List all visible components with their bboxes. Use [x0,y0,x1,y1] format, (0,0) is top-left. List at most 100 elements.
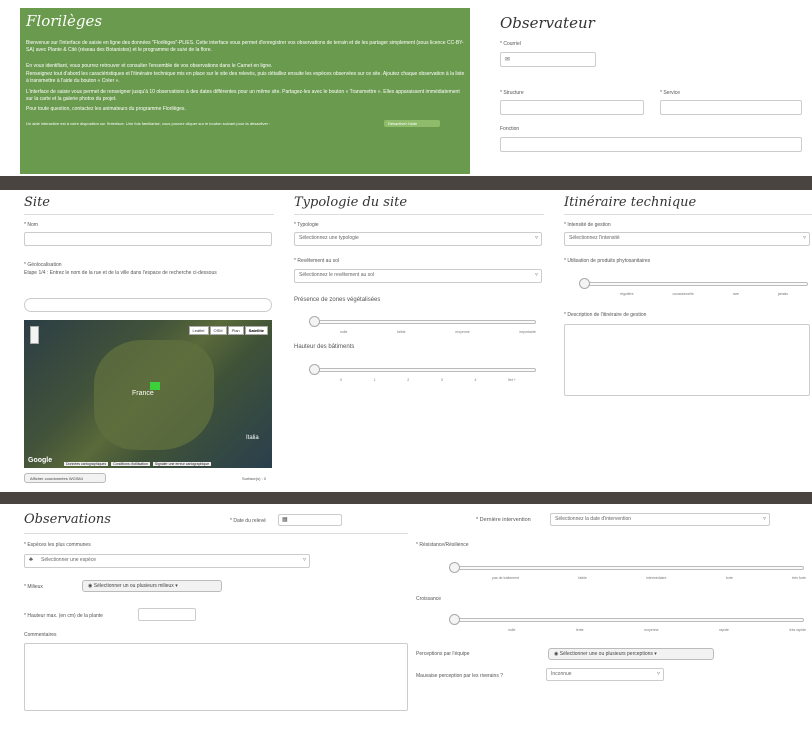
typologie-select[interactable]: Sélectionnez une typologie ▿ [294,232,542,246]
croissance-tick: rapide [719,628,729,632]
zones-tick: faible [397,330,406,334]
fonction-field[interactable] [500,137,802,152]
zones-tick: nulle [340,330,348,334]
itineraire-title: Itinéraire technique [564,195,697,210]
map-marker[interactable] [150,382,160,390]
phyto-label: * Utilisation de produits phytosanitaire… [564,258,651,264]
resistance-tick: très forte [792,576,806,580]
especes-select[interactable]: ♣ Sélectionner une espèce ▿ [24,554,310,568]
phyto-tick: régulière [620,292,634,296]
chevron-down-icon: ▿ [656,671,660,677]
map-tab-plan[interactable]: Plan [227,326,244,335]
structure-field[interactable] [500,100,644,115]
calendar-icon: ▦ [282,517,288,523]
commentaires-label: Commentaires [24,632,57,638]
milieux-label: * Milieux [24,584,43,590]
hauteur-plante-label: * Hauteur max. (en cm) de la plante [24,613,103,619]
fonction-label: Fonction [500,126,520,132]
observations-title: Observations [24,512,111,527]
address-search-input[interactable] [24,298,272,312]
surface-count: Surface(s) : 0 [242,476,267,481]
hauteur-tick: 5et + [508,378,516,382]
revetement-value: Sélectionnez le revêtement au sol [299,272,375,278]
map-tab-satellite[interactable]: Satellite [244,326,268,335]
resistance-slider-handle[interactable] [449,562,460,573]
leaf-icon: ♣ [29,557,33,563]
florileges-title: Florilèges [26,12,103,30]
date-releve-field[interactable]: ▦ [278,514,342,526]
resistance-tick: faible [578,576,587,580]
derniere-intervention-select[interactable]: Sélectionnez la date d'intervention ▿ [550,513,770,526]
revetement-label: * Revêtement au sol [294,258,340,264]
zones-slider-handle[interactable] [309,316,320,327]
phyto-slider-handle[interactable] [579,278,590,289]
courriel-field[interactable]: ✉ [500,52,596,67]
map-tab-osm[interactable]: OSM [209,326,227,335]
intensite-select[interactable]: Sélectionnez l'intensité ▿ [564,232,810,246]
croissance-tick: lente [575,628,584,632]
map-type-tabs: Leaflet OSM Plan Satellite [188,326,268,335]
caret-down-icon: ▾ [654,651,657,657]
typologie-value: Sélectionnez une typologie [299,235,359,241]
hauteur-plante-field[interactable] [138,608,196,621]
description-textarea[interactable] [564,324,810,396]
map-footer-terms[interactable]: Conditions d'utilisation [111,462,150,466]
commentaires-textarea[interactable] [24,643,408,711]
resistance-slider[interactable] [449,562,804,573]
disable-help-button[interactable]: Désactiver l'aide [384,120,440,127]
hauteur-tick: 1 [373,378,376,382]
mauvaise-perception-select[interactable]: Inconnue ▿ [546,668,664,681]
resistance-tick: forte [725,576,733,580]
croissance-slider[interactable] [449,614,804,625]
intensite-value: Sélectionnez l'intensité [569,235,620,241]
phyto-tick: rare [732,292,739,296]
mauvaise-perception-label: Mauvaise perception par les riverains ? [416,673,503,679]
milieux-dropdown-button[interactable]: ◉ Sélectionner un ou plusieurs milieux ▾ [82,580,222,592]
steps-text: Renseignez tout d'abord les caractéristi… [26,71,465,84]
typologie-title: Typologie du site [294,195,408,210]
croissance-ticks: nulle lente moyenne rapide très rapide [508,628,806,632]
map-tab-leaflet[interactable]: Leaflet [188,326,209,335]
geoloc-hint: Etape 1/4 : Entrez le nom de la rue et d… [24,270,217,276]
revetement-select[interactable]: Sélectionnez le revêtement au sol ▿ [294,269,542,283]
perceptions-dropdown-button[interactable]: ◉ Sélectionner une ou plusieurs percepti… [548,648,714,660]
typologie-divider [294,214,544,215]
description-label: * Description de l'itinéraire de gestion [564,312,647,318]
croissance-slider-handle[interactable] [449,614,460,625]
map-label-italia: Italia [246,435,259,441]
email-icon: ✉ [505,57,511,63]
zones-label: Présence de zones végétalisées [294,297,381,303]
chevron-down-icon: ▿ [802,235,806,241]
zones-slider[interactable] [309,316,536,327]
login-text: En vous identifiant, vous pourrez retrou… [26,63,273,69]
phyto-slider[interactable] [579,278,808,289]
croissance-tick: très rapide [789,628,806,632]
resistance-ticks: pas de traitement faible intermédiaire f… [492,576,806,580]
map-zoom-control[interactable] [30,326,39,344]
zones-tick: importante [519,330,536,334]
milieux-button-label: Sélectionner un ou plusieurs milieux [93,583,174,589]
intensite-label: * Intensité de gestion [564,222,611,228]
croissance-tick: moyenne [644,628,659,632]
courriel-label: * Courriel [500,41,521,47]
site-title: Site [24,195,50,210]
itineraire-divider [564,214,812,215]
hauteur-slider[interactable] [309,364,536,375]
perceptions-label: Perceptions par l'équipe [416,651,470,657]
satellite-map[interactable]: Leaflet OSM Plan Satellite France Italia… [24,320,272,468]
separator-band-2 [0,492,812,504]
derniere-intervention-value: Sélectionnez la date d'intervention [555,516,632,522]
map-footer-report[interactable]: Signaler une erreur cartographique [152,462,212,466]
site-nom-field[interactable] [24,232,272,246]
hauteur-slider-handle[interactable] [309,364,320,375]
zones-tick: moyenne [455,330,470,334]
map-footer-data[interactable]: Données cartographiques [64,462,109,466]
observations-divider [24,533,408,534]
resistance-label: * Résistance/Résilience [416,542,469,548]
service-field[interactable] [660,100,802,115]
show-coords-button[interactable]: Afficher coordonnées WGS84 [24,473,106,483]
hauteur-batiments-label: Hauteur des bâtiments [294,344,355,350]
resistance-tick: intermédiaire [646,576,667,580]
google-logo: Google [28,457,53,464]
chevron-down-icon: ▿ [534,272,538,278]
